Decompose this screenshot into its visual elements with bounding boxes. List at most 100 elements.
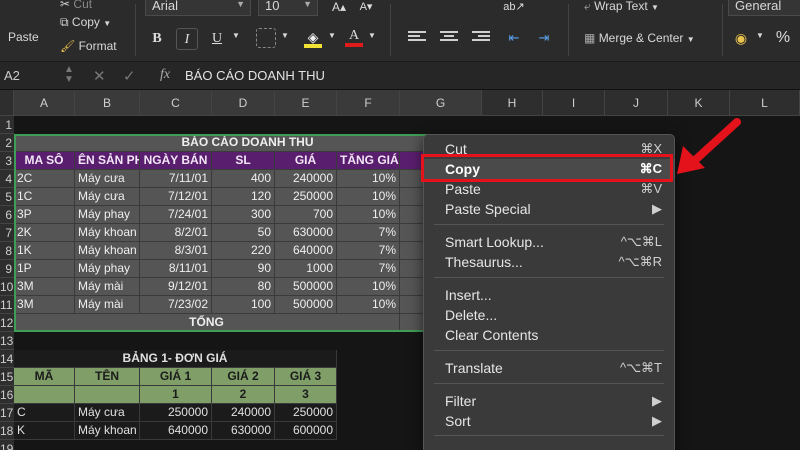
table1-header-cell[interactable]: GIÁ 3 bbox=[275, 368, 337, 386]
report-header-cell[interactable]: MA SÔ bbox=[14, 152, 75, 170]
font-color-icon[interactable]: A bbox=[343, 25, 365, 47]
formula-input[interactable]: BÁO CÁO DOANH THU bbox=[185, 68, 325, 83]
row-header[interactable]: 7 bbox=[0, 224, 14, 242]
italic-button[interactable]: I bbox=[176, 28, 198, 50]
row-header[interactable]: 14 bbox=[0, 350, 14, 368]
report-cell[interactable]: 250000 bbox=[275, 188, 337, 206]
report-cell[interactable]: 10% bbox=[337, 296, 400, 314]
report-cell[interactable]: 8/11/01 bbox=[140, 260, 212, 278]
table1-header-cell[interactable]: GIÁ 1 bbox=[140, 368, 212, 386]
font-size-select[interactable]: 10 ▼ bbox=[258, 0, 318, 16]
row-header[interactable]: 19 bbox=[0, 440, 14, 450]
report-header-cell[interactable]: GIÁ bbox=[275, 152, 337, 170]
table1-cell[interactable]: 640000 bbox=[140, 422, 212, 440]
report-cell[interactable]: Máy mài bbox=[75, 278, 140, 296]
report-title-cell[interactable]: BÁO CÁO DOANH THU bbox=[14, 134, 482, 152]
report-header-cell[interactable]: NGÀY BÁN bbox=[140, 152, 212, 170]
column-header[interactable]: G bbox=[400, 90, 482, 116]
select-all-corner[interactable] bbox=[0, 90, 14, 116]
report-cell[interactable]: 90 bbox=[212, 260, 275, 278]
report-cell[interactable]: 640000 bbox=[275, 242, 337, 260]
report-cell[interactable]: 500000 bbox=[275, 296, 337, 314]
row-header[interactable]: 11 bbox=[0, 296, 14, 314]
row-header[interactable]: 2 bbox=[0, 134, 14, 152]
menu-item-insert[interactable]: Insert... bbox=[424, 285, 674, 305]
report-header-cell[interactable]: TĂNG GIÁ bbox=[337, 152, 400, 170]
report-cell[interactable]: 8/3/01 bbox=[140, 242, 212, 260]
report-header-cell[interactable]: ÊN SẢN PHẨ bbox=[75, 152, 140, 170]
wrap-text-button[interactable]: ⤶ Wrap Text ▼ bbox=[584, 0, 659, 14]
report-cell[interactable]: 630000 bbox=[275, 224, 337, 242]
menu-item-paste-special[interactable]: Paste Special ▶ bbox=[424, 199, 674, 219]
report-cell[interactable]: 1K bbox=[14, 242, 75, 260]
table1-subheader-cell[interactable] bbox=[14, 386, 75, 404]
report-cell[interactable]: 500000 bbox=[275, 278, 337, 296]
menu-item-translate[interactable]: Translate ^⌥⌘T bbox=[424, 358, 674, 378]
merge-center-button[interactable]: ▦ Merge & Center ▼ bbox=[584, 31, 695, 45]
copy-button[interactable]: ⧉ Copy ▼ bbox=[60, 15, 111, 30]
row-header[interactable]: 4 bbox=[0, 170, 14, 188]
table1-cell[interactable]: C bbox=[14, 404, 75, 422]
increase-indent-icon[interactable]: ⇥ bbox=[533, 27, 555, 49]
report-cell[interactable]: 7/23/02 bbox=[140, 296, 212, 314]
menu-item-delete[interactable]: Delete... bbox=[424, 305, 674, 325]
fill-color-icon[interactable]: ◈ bbox=[302, 26, 324, 48]
report-cell[interactable]: 400 bbox=[212, 170, 275, 188]
row-header[interactable]: 6 bbox=[0, 206, 14, 224]
column-header[interactable]: D bbox=[212, 90, 275, 116]
chevron-down-icon[interactable]: ▼ bbox=[756, 31, 764, 40]
currency-icon[interactable]: ◉ bbox=[730, 27, 752, 49]
menu-item-paste[interactable]: Paste ⌘V bbox=[424, 179, 674, 199]
menu-item-smart-lookup[interactable]: Smart Lookup... ^⌥⌘L bbox=[424, 232, 674, 252]
report-cell[interactable]: Máy phay bbox=[75, 206, 140, 224]
report-cell[interactable]: 7% bbox=[337, 224, 400, 242]
cut-button[interactable]: ✂ Cut bbox=[60, 0, 92, 11]
table1-subheader-cell[interactable] bbox=[75, 386, 140, 404]
row-header[interactable]: 17 bbox=[0, 404, 14, 422]
table1-cell[interactable]: Máy cưa bbox=[75, 404, 140, 422]
menu-item-thesaurus[interactable]: Thesaurus... ^⌥⌘R bbox=[424, 252, 674, 272]
decrease-font-icon[interactable]: A▾ bbox=[355, 0, 377, 18]
underline-button[interactable]: U bbox=[206, 28, 228, 50]
total-label-cell[interactable]: TỔNG bbox=[14, 314, 400, 332]
report-cell[interactable]: 10% bbox=[337, 170, 400, 188]
column-header[interactable]: B bbox=[75, 90, 140, 116]
menu-item-sort[interactable]: Sort ▶ bbox=[424, 411, 674, 431]
chevron-down-icon[interactable]: ▼ bbox=[281, 31, 289, 40]
report-cell[interactable]: 120 bbox=[212, 188, 275, 206]
table1-title-cell[interactable]: BẢNG 1- ĐƠN GIÁ bbox=[14, 350, 337, 368]
row-header[interactable]: 18 bbox=[0, 422, 14, 440]
report-cell[interactable]: 220 bbox=[212, 242, 275, 260]
report-cell[interactable]: Máy cưa bbox=[75, 170, 140, 188]
report-cell[interactable]: 10% bbox=[337, 278, 400, 296]
table1-cell[interactable]: 250000 bbox=[140, 404, 212, 422]
row-header[interactable]: 5 bbox=[0, 188, 14, 206]
format-painter-button[interactable]: 🖌 Format bbox=[60, 39, 117, 53]
column-header[interactable]: K bbox=[668, 90, 730, 116]
report-cell[interactable]: 3P bbox=[14, 206, 75, 224]
decrease-indent-icon[interactable]: ⇤ bbox=[503, 27, 525, 49]
column-header[interactable]: E bbox=[275, 90, 337, 116]
align-right-icon[interactable] bbox=[470, 29, 492, 47]
number-format-select[interactable]: General bbox=[728, 0, 800, 16]
table1-subheader-cell[interactable]: 1 bbox=[140, 386, 212, 404]
function-icon[interactable]: fx bbox=[160, 67, 170, 83]
table1-cell[interactable]: Máy khoan bbox=[75, 422, 140, 440]
column-header[interactable]: I bbox=[543, 90, 605, 116]
table1-subheader-cell[interactable]: 2 bbox=[212, 386, 275, 404]
row-header[interactable]: 1 bbox=[0, 116, 14, 134]
column-header[interactable]: A bbox=[14, 90, 75, 116]
report-cell[interactable]: 3M bbox=[14, 278, 75, 296]
report-cell[interactable]: 7/11/01 bbox=[140, 170, 212, 188]
paste-button[interactable]: Paste bbox=[8, 30, 39, 44]
row-header[interactable]: 10 bbox=[0, 278, 14, 296]
table1-cell[interactable]: K bbox=[14, 422, 75, 440]
report-cell[interactable]: 7/12/01 bbox=[140, 188, 212, 206]
column-header[interactable]: L bbox=[730, 90, 800, 116]
report-cell[interactable]: 10% bbox=[337, 206, 400, 224]
report-cell[interactable]: 240000 bbox=[275, 170, 337, 188]
row-header[interactable]: 8 bbox=[0, 242, 14, 260]
report-cell[interactable]: 50 bbox=[212, 224, 275, 242]
table1-cell[interactable]: 240000 bbox=[212, 404, 275, 422]
report-cell[interactable]: Máy khoan bbox=[75, 224, 140, 242]
